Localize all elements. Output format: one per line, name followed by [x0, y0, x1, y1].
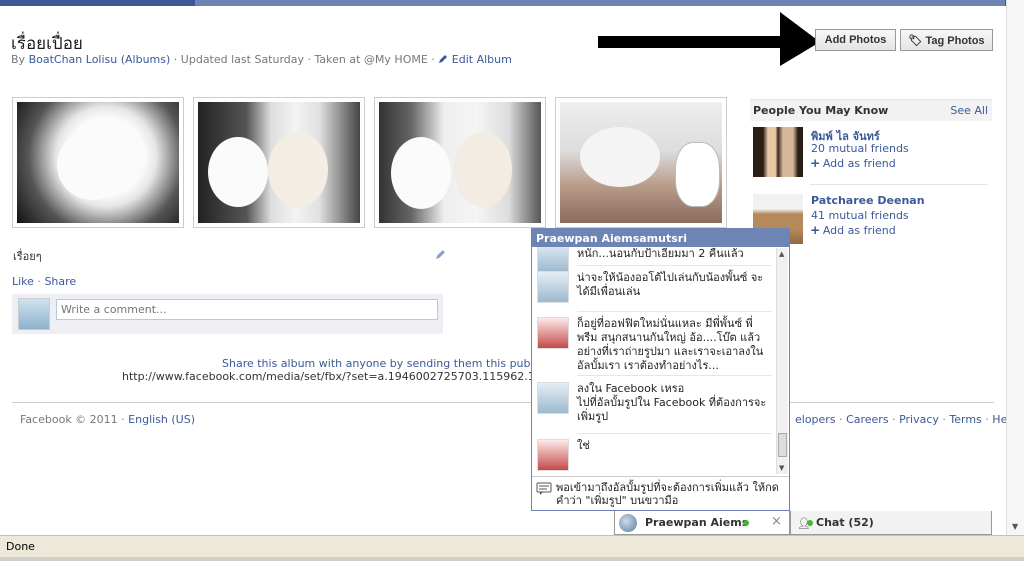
albums-link[interactable]: (Albums)	[121, 53, 171, 66]
footer-link-terms[interactable]: Terms	[949, 413, 981, 426]
taskbar-strip	[0, 557, 1024, 561]
divider	[577, 375, 772, 376]
album-meta: By BoatChan Lolisu (Albums) · Updated la…	[11, 53, 512, 66]
chat-message-text: ใช่	[577, 439, 590, 452]
album-photo-4[interactable]	[555, 97, 727, 228]
album-photo-1[interactable]	[12, 97, 184, 228]
like-link[interactable]: Like	[12, 275, 34, 288]
footer-links: elopers · Careers · Privacy · Terms · He…	[795, 413, 1018, 426]
online-status-icon	[807, 520, 813, 526]
scroll-up-icon[interactable]: ▲	[779, 250, 784, 258]
chat-window-title[interactable]: Praewpan Aiemsamutsri	[532, 229, 789, 247]
avatar	[18, 298, 50, 330]
chat-message-text: ก็อยู่ที่ออฟฟิตใหม่นั่นแหละ มีพี่พั้นซ์ …	[577, 317, 764, 372]
footer-link-privacy[interactable]: Privacy	[899, 413, 939, 426]
album-updated: · Updated last Saturday · Taken at @My H…	[170, 53, 439, 66]
footer-copyright: Facebook © 2011 ·	[20, 413, 129, 426]
online-status-icon	[743, 520, 749, 526]
add-friend-link[interactable]: ➕︎ Add as friend	[811, 157, 896, 171]
add-photos-button[interactable]: Add Photos	[815, 29, 896, 51]
scroll-down-icon[interactable]: ▼	[1012, 522, 1018, 531]
globe-icon	[619, 514, 637, 532]
chat-input-area[interactable]: พอเข้ามาถึงอัลบั้มรูปที่จะต้องการเพิ่มแล…	[532, 476, 789, 510]
author-link[interactable]: BoatChan Lolisu	[29, 53, 118, 66]
photo-caption: เรื่อยๆ	[13, 250, 42, 263]
pencil-icon	[439, 55, 448, 63]
page-scrollbar[interactable]: ▼	[1006, 0, 1024, 535]
pymk-title: People You May Know	[753, 104, 889, 117]
comment-box	[12, 294, 443, 334]
chat-tab-name: Praewpan Aiems	[645, 516, 749, 529]
by-prefix: By	[11, 53, 29, 66]
chat-scrollbar[interactable]: ▲ ▼	[776, 248, 788, 474]
avatar	[537, 247, 569, 273]
chat-bar[interactable]: 👤︎ Chat (52)	[790, 511, 992, 535]
add-friend-label: Add as friend	[822, 157, 896, 170]
divider	[577, 265, 772, 266]
language-link[interactable]: English (US)	[128, 413, 195, 426]
add-friend-icon: ➕︎	[811, 157, 823, 170]
avatar[interactable]	[753, 127, 803, 177]
add-friend-icon: ➕︎	[811, 224, 823, 237]
annotation-arrow-icon	[598, 12, 820, 66]
avatar	[537, 317, 569, 349]
divider	[577, 433, 772, 434]
album-photo-2[interactable]	[193, 97, 365, 228]
share-link[interactable]: Share	[44, 275, 76, 288]
like-share-separator: ·	[33, 275, 45, 288]
add-friend-label: Add as friend	[822, 224, 896, 237]
scroll-down-icon[interactable]: ▼	[779, 464, 784, 472]
suggested-person: พิมพ์ ไล จันทร์ 20 mutual friends ➕︎ Add…	[753, 127, 991, 187]
tag-icon: 🏷︎	[908, 34, 926, 47]
status-text: Done	[6, 540, 35, 553]
close-icon[interactable]: ×	[771, 514, 782, 529]
chat-message-text: น่าจะให้น้องออโต้ไปเล่นกับน้องพั้นซ์ จะไ…	[577, 271, 764, 298]
see-all-link[interactable]: See All	[950, 104, 988, 117]
mutual-friends-link[interactable]: 41 mutual friends	[811, 209, 909, 222]
like-share-row: Like · Share	[12, 275, 76, 288]
avatar	[537, 439, 569, 471]
tag-photos-button[interactable]: 🏷︎ Tag Photos	[900, 29, 993, 51]
chat-message-text: หนัก...นอนกับป้าเอียมมา 2 คืนแล้ว	[577, 247, 744, 260]
edit-caption-pencil-icon[interactable]	[435, 249, 446, 260]
footer-link-developers[interactable]: elopers	[795, 413, 836, 426]
person-name[interactable]: Patcharee Deenan	[811, 194, 925, 207]
chat-tab[interactable]: Praewpan Aiems ×	[614, 511, 790, 535]
footer-left: Facebook © 2011 · English (US)	[20, 413, 195, 426]
chat-input[interactable]: พอเข้ามาถึงอัลบั้มรูปที่จะต้องการเพิ่มแล…	[556, 481, 784, 507]
tag-photos-label: Tag Photos	[925, 34, 985, 47]
chat-message-text: ลงใน Facebook เหรอ ไปที่อัลบั้มรูปใน Fac…	[577, 382, 767, 423]
avatar	[537, 271, 569, 303]
footer-divider	[12, 402, 994, 403]
top-light-bar	[195, 0, 1005, 6]
avatar	[537, 382, 569, 414]
add-friend-link[interactable]: ➕︎ Add as friend	[811, 224, 896, 238]
chat-bar-label: Chat (52)	[816, 516, 874, 529]
share-album-url[interactable]: http://www.facebook.com/media/set/fbx/?s…	[122, 370, 532, 383]
browser-status-bar: Done	[0, 535, 1024, 561]
edit-album-link[interactable]: Edit Album	[452, 53, 512, 66]
scroll-thumb[interactable]	[778, 433, 787, 457]
chat-bubble-icon	[536, 482, 552, 495]
divider	[577, 311, 772, 312]
people-you-may-know-header: People You May Know See All	[750, 99, 992, 121]
mutual-friends-link[interactable]: 20 mutual friends	[811, 142, 909, 155]
browser-page: เรื่อยเปื่อย By BoatChan Lolisu (Albums)…	[0, 0, 1024, 561]
comment-input[interactable]	[56, 299, 438, 320]
share-album-text: Share this album with anyone by sending …	[222, 357, 570, 370]
footer-link-careers[interactable]: Careers	[846, 413, 889, 426]
chat-window: Praewpan Aiemsamutsri หนัก...นอนกับป้าเอ…	[531, 228, 790, 511]
chat-messages: หนัก...นอนกับป้าเอียมมา 2 คืนแล้ว น่าจะใ…	[532, 247, 778, 475]
divider	[810, 184, 988, 185]
album-photo-3[interactable]	[374, 97, 546, 228]
